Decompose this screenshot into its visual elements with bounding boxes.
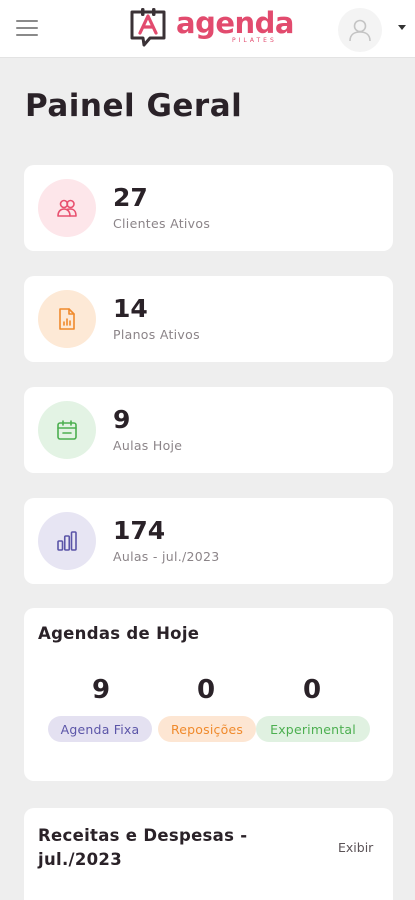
experimental-badge[interactable]: Experimental bbox=[256, 716, 370, 742]
experimental-count: 0 bbox=[302, 675, 322, 705]
chevron-down-icon[interactable] bbox=[398, 25, 406, 30]
bar-chart-icon bbox=[38, 512, 96, 570]
hamburger-menu-icon[interactable] bbox=[16, 20, 38, 38]
stat-value: 27 bbox=[113, 183, 148, 212]
logo-subtitle: PILATES bbox=[232, 37, 277, 44]
stat-label: Aulas Hoje bbox=[113, 438, 183, 453]
user-icon bbox=[349, 19, 371, 42]
reposicoes-badge[interactable]: Reposições bbox=[158, 716, 256, 742]
user-avatar[interactable] bbox=[338, 8, 382, 52]
reposicoes-count: 0 bbox=[196, 675, 216, 705]
logo-mark-icon bbox=[130, 8, 166, 47]
agendas-title: Agendas de Hoje bbox=[38, 624, 200, 643]
stat-card-classes-today[interactable]: 9 Aulas Hoje bbox=[24, 387, 393, 473]
clients-icon bbox=[38, 179, 96, 237]
stat-label: Clientes Ativos bbox=[113, 216, 211, 231]
agendas-today-card: Agendas de Hoje 9 0 0 Agenda Fixa Reposi… bbox=[24, 608, 393, 781]
top-bar: agenda PILATES bbox=[0, 0, 415, 58]
app-logo[interactable]: agenda PILATES bbox=[128, 6, 294, 52]
plans-icon bbox=[38, 290, 96, 348]
stat-label: Planos Ativos bbox=[113, 327, 200, 342]
logo-text: agenda bbox=[176, 6, 294, 40]
stat-card-classes-month[interactable]: 174 Aulas - jul./2023 bbox=[24, 498, 393, 584]
finance-title: Receitas e Despesas - jul./2023 bbox=[38, 826, 248, 869]
stat-label: Aulas - jul./2023 bbox=[113, 549, 220, 564]
finance-card: Receitas e Despesas - jul./2023 Exibir bbox=[24, 808, 393, 900]
stat-value: 14 bbox=[113, 294, 148, 323]
agenda-fixa-count: 9 bbox=[91, 675, 111, 705]
show-finance-link[interactable]: Exibir bbox=[338, 840, 373, 855]
page-title: Painel Geral bbox=[25, 88, 243, 124]
calendar-icon bbox=[38, 401, 96, 459]
stat-card-clients[interactable]: 27 Clientes Ativos bbox=[24, 165, 393, 251]
agenda-fixa-badge[interactable]: Agenda Fixa bbox=[48, 716, 152, 742]
stat-card-plans[interactable]: 14 Planos Ativos bbox=[24, 276, 393, 362]
stat-value: 9 bbox=[113, 405, 131, 434]
stat-value: 174 bbox=[113, 516, 166, 545]
